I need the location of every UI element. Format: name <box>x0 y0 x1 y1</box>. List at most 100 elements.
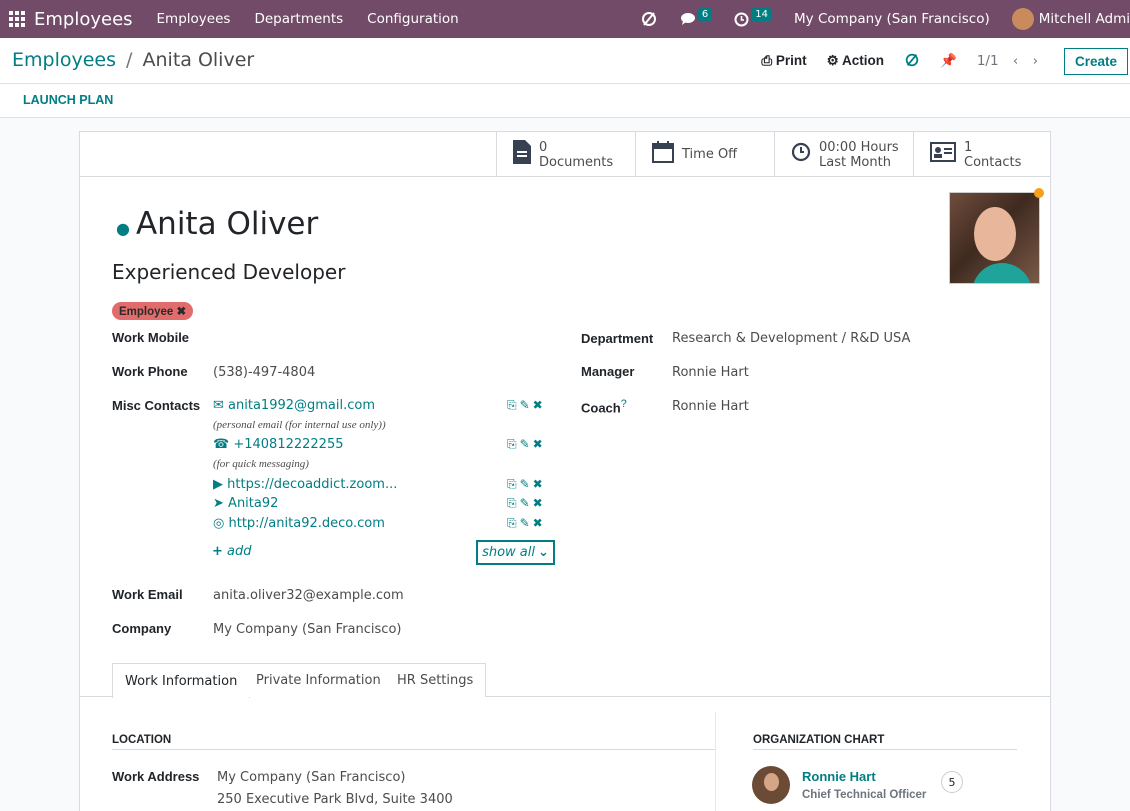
telegram-icon: ➤ <box>213 496 224 511</box>
org-chart-title: ORGANIZATION CHART <box>753 734 885 746</box>
pager-next-icon[interactable]: › <box>1033 53 1038 69</box>
refresh-record-icon[interactable] <box>904 52 920 71</box>
misc-contact-telegram-value: Anita92 <box>228 496 279 511</box>
action-button[interactable]: ⚙ Action <box>827 53 884 69</box>
pin-icon[interactable]: 📌 <box>940 53 957 69</box>
work-address-label: Work Address <box>112 769 200 784</box>
work-phone-value[interactable]: (538)-497-4804 <box>213 365 315 380</box>
breadcrumb-employees[interactable]: Employees <box>12 49 116 71</box>
org-subordinates-count[interactable]: 5 <box>941 771 963 793</box>
misc-contact-actions[interactable]: ⎘✎✖ <box>507 398 546 413</box>
location-section-title: LOCATION <box>112 734 172 746</box>
misc-contact-email[interactable]: ✉ anita1992@gmail.com <box>213 398 375 413</box>
add-contact-label: add <box>227 544 252 559</box>
manager-label: Manager <box>581 364 635 379</box>
top-navbar: Employees Employees Departments Configur… <box>0 0 1130 38</box>
time-off-button[interactable]: Time Off <box>635 132 774 177</box>
job-title-field[interactable]: Experienced Developer <box>112 260 345 284</box>
delete-icon[interactable]: ✖ <box>533 437 546 451</box>
work-email-value[interactable]: anita.oliver32@example.com <box>213 588 404 603</box>
copy-icon[interactable]: ⎘ <box>507 398 520 412</box>
org-chart-divider <box>753 749 1017 750</box>
hours-button[interactable]: 00:00 Hours Last Month <box>774 132 913 177</box>
manager-value[interactable]: Ronnie Hart <box>672 365 749 380</box>
work-mobile-label: Work Mobile <box>112 330 190 345</box>
print-button[interactable]: ⎙ Print <box>761 53 806 69</box>
messages-icon[interactable]: 6 <box>680 7 713 26</box>
pencil-icon[interactable]: ✎ <box>520 398 533 412</box>
refresh-icon[interactable] <box>640 10 658 28</box>
pencil-icon[interactable]: ✎ <box>520 496 533 510</box>
coach-help-icon[interactable]: ? <box>621 398 627 410</box>
company-value[interactable]: My Company (San Francisco) <box>213 622 401 637</box>
notebook-tabs: Work Information Private Information HR … <box>80 663 1050 698</box>
delete-icon[interactable]: ✖ <box>533 398 546 412</box>
whatsapp-icon: ☎ <box>213 437 230 452</box>
activities-icon[interactable]: 14 <box>734 7 773 27</box>
time-off-label: Time Off <box>682 147 738 162</box>
contacts-label: Contacts <box>964 154 1022 170</box>
id-card-icon <box>930 141 956 168</box>
work-address-line1[interactable]: My Company (San Francisco) <box>217 770 405 785</box>
misc-contact-actions[interactable]: ⎘✎✖ <box>507 516 546 531</box>
misc-contact-website[interactable]: ◎ http://anita92.deco.com <box>213 516 385 531</box>
pencil-icon[interactable]: ✎ <box>520 477 533 491</box>
company-switcher[interactable]: My Company (San Francisco) <box>794 11 990 27</box>
pencil-icon[interactable]: ✎ <box>520 437 533 451</box>
launch-plan-button[interactable]: LAUNCH PLAN <box>23 93 113 107</box>
show-all-button[interactable]: show all ⌄ <box>476 540 555 565</box>
presence-status-dot <box>1034 188 1044 198</box>
documents-button[interactable]: 0 Documents <box>496 132 635 177</box>
add-contact-button[interactable]: + add <box>212 544 252 559</box>
tag-remove-icon[interactable]: ✖ <box>177 306 187 318</box>
user-name: Mitchell Admi <box>1038 11 1130 27</box>
breadcrumb: Employees / Anita Oliver <box>12 49 254 71</box>
department-value[interactable]: Research & Development / R&D USA <box>672 331 910 346</box>
pager-prev-icon[interactable]: ‹ <box>1013 53 1018 69</box>
employee-name[interactable]: ● Anita Oliver <box>116 206 318 242</box>
copy-icon[interactable]: ⎘ <box>507 437 520 451</box>
misc-contact-whatsapp-value: +140812222255 <box>233 437 344 452</box>
user-menu[interactable]: Mitchell Admi <box>1011 8 1130 30</box>
show-all-label: show all <box>482 545 535 560</box>
employee-photo[interactable] <box>949 192 1040 284</box>
copy-icon[interactable]: ⎘ <box>507 496 520 510</box>
delete-icon[interactable]: ✖ <box>533 477 546 491</box>
gear-icon: ⚙ <box>826 53 839 68</box>
status-bar: LAUNCH PLAN <box>0 84 1130 118</box>
coach-value[interactable]: Ronnie Hart <box>672 399 749 414</box>
tab-work-information[interactable]: Work Information <box>112 663 251 698</box>
hours-value: 00:00 Hours <box>819 139 899 155</box>
pencil-icon[interactable]: ✎ <box>520 516 533 530</box>
pager-value[interactable]: 1/1 <box>977 53 999 69</box>
company-label: Company <box>112 621 172 636</box>
misc-contact-actions[interactable]: ⎘✎✖ <box>507 437 546 452</box>
tab-private-information[interactable]: Private Information <box>244 663 394 697</box>
apps-menu-icon[interactable] <box>0 0 34 38</box>
misc-contact-actions[interactable]: ⎘✎✖ <box>507 496 546 511</box>
coach-label-text: Coach <box>581 400 621 416</box>
nav-configuration[interactable]: Configuration <box>367 11 459 27</box>
app-brand[interactable]: Employees <box>34 9 133 30</box>
tab-hr-settings[interactable]: HR Settings <box>385 663 487 697</box>
create-button[interactable]: Create <box>1063 47 1128 75</box>
misc-contact-telegram[interactable]: ➤ Anita92 <box>213 496 278 511</box>
manager-avatar[interactable] <box>752 766 790 804</box>
messages-badge: 6 <box>697 7 713 21</box>
calendar-icon <box>652 140 674 169</box>
misc-contact-whatsapp[interactable]: ☎ +140812222255 <box>213 437 344 452</box>
nav-departments[interactable]: Departments <box>254 11 343 27</box>
misc-contact-whatsapp-note: (for quick messaging) <box>213 458 309 470</box>
document-icon <box>513 139 531 170</box>
delete-icon[interactable]: ✖ <box>533 516 546 530</box>
org-manager-name[interactable]: Ronnie Hart <box>802 769 876 784</box>
copy-icon[interactable]: ⎘ <box>507 477 520 491</box>
chat-icon[interactable]: ● <box>116 219 130 238</box>
misc-contact-zoom[interactable]: ▶ https://decoaddict.zoom... <box>213 477 397 492</box>
copy-icon[interactable]: ⎘ <box>507 516 520 530</box>
delete-icon[interactable]: ✖ <box>533 496 546 510</box>
misc-contacts-label: Misc Contacts <box>112 398 201 413</box>
misc-contact-actions[interactable]: ⎘✎✖ <box>507 477 546 492</box>
nav-employees[interactable]: Employees <box>157 11 231 27</box>
contacts-button[interactable]: 1 Contacts <box>913 132 1050 177</box>
